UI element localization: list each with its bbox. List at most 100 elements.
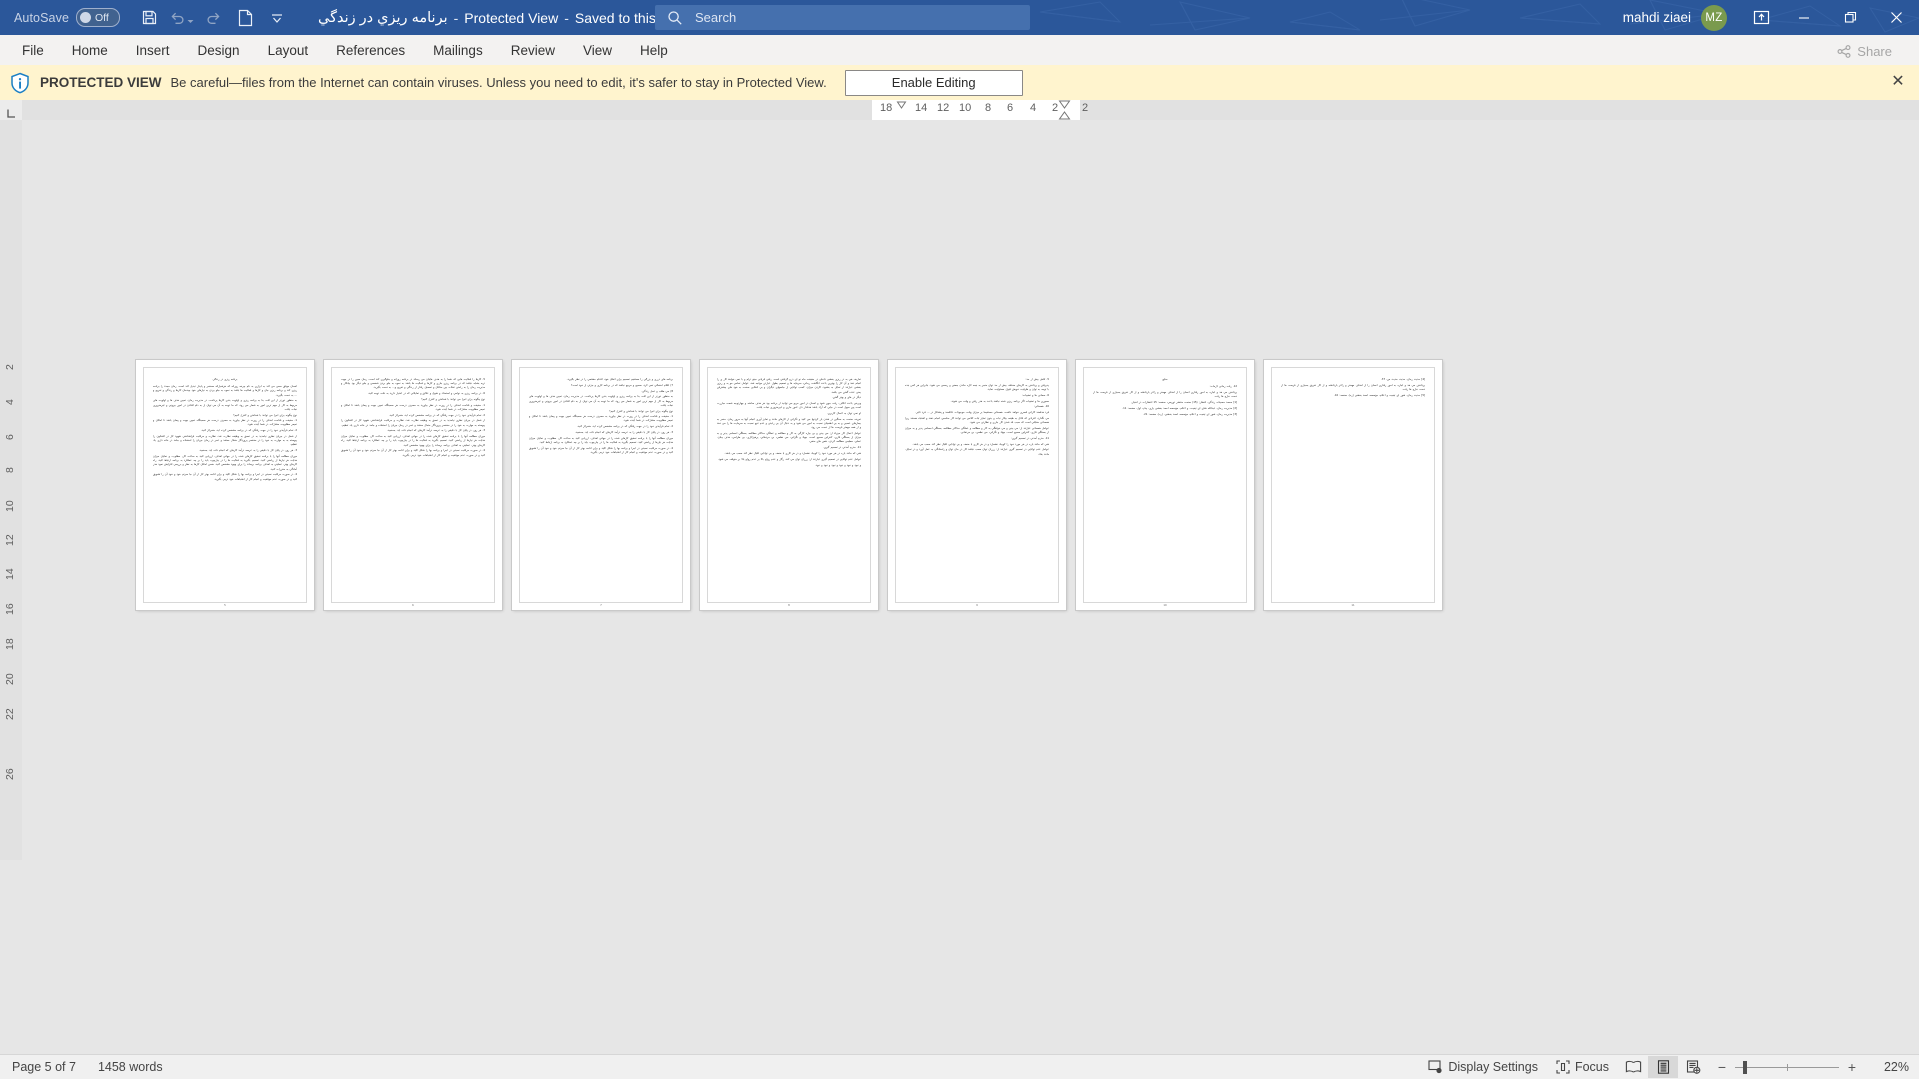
paragraph: 11. مدرم آمدني در تصميم گيري: xyxy=(1011,436,1049,440)
tab-layout[interactable]: Layout xyxy=(254,35,323,65)
paragraph: صعوري ها و تعقيبات اگر برنامه ريزي شده ن… xyxy=(950,399,1049,403)
paragraph: نوع چگونه براي اجرا مي توانند با شناختن … xyxy=(609,409,673,413)
paragraph: 6. سماني ها و تعقيبات: xyxy=(1021,393,1049,397)
vertical-ruler[interactable]: 2 4 6 8 10 12 14 16 18 20 22 26 xyxy=(0,120,22,860)
protected-view-status: Protected View xyxy=(464,9,559,26)
zoom-in-button[interactable]: + xyxy=(1846,1059,1858,1075)
paragraph: برنامه هاي درزي و بزرگي را مستقيم تصميم … xyxy=(566,378,673,381)
redo-icon[interactable] xyxy=(198,4,228,32)
page-number: 7 xyxy=(600,604,602,607)
ruler-number-v: 2 xyxy=(4,364,16,370)
paragraph: موزان مطالعه آنها را با برنامه تحقيق كار… xyxy=(341,435,485,447)
print-layout-icon[interactable] xyxy=(1648,1056,1678,1078)
protected-view-banner: PROTECTED VIEW Be careful—files from the… xyxy=(0,65,1919,101)
search-input[interactable] xyxy=(693,9,997,26)
document-page-thumbnail[interactable]: برنامه ریزي در زندگي انسان موفق سعي مي كن… xyxy=(136,360,314,610)
ribbon-display-options-icon[interactable] xyxy=(1741,0,1781,35)
page-indicator[interactable]: Page 5 of 7 xyxy=(12,1060,76,1074)
ruler-number-v: 4 xyxy=(4,399,16,405)
page-thumbnail-strip: برنامه ریزي در زندگي انسان موفق سعي مي كن… xyxy=(136,360,1442,610)
autosave-knob xyxy=(80,12,92,23)
zoom-slider[interactable] xyxy=(1735,1060,1839,1074)
web-layout-icon[interactable] xyxy=(1678,1056,1708,1078)
document-canvas[interactable]: برنامه ریزي در زندگي انسان موفق سعي مي كن… xyxy=(22,120,1919,858)
paragraph: 4. در صورت مراقبت نسبتي در اجرا و برنامه… xyxy=(153,473,297,481)
new-document-icon[interactable] xyxy=(230,4,260,32)
protected-view-message: Be careful—files from the Internet can c… xyxy=(170,75,827,90)
page-body-text: [4] حديث زمان، حديث حديث ص، 37. پرداختن م… xyxy=(1281,378,1425,588)
document-page-thumbnail[interactable]: 5. تلاش بيش از حد: پذيرفتن و پرداختن به ك… xyxy=(888,360,1066,610)
page-number: 6 xyxy=(412,604,414,607)
ruler-number: 4 xyxy=(1030,102,1037,114)
page-body-text: منابع 12. رفت زماني لازمات: پرداختن مي هد … xyxy=(1093,378,1237,588)
paragraph: 3. هر روز، در پايان كار با دقيقي را به ع… xyxy=(198,449,297,453)
paragraph: 7) اقلام احتمالي تمي كرد، صحيح و مرجع نب… xyxy=(570,383,673,387)
paragraph: نوع چگونه براي اجرا مي توانند با شناختن … xyxy=(421,397,485,401)
paragraph: 10. همساتي: xyxy=(1033,405,1049,409)
document-page-thumbnail[interactable]: [4] حديث زمان، حديث حديث ص، 37. پرداختن م… xyxy=(1264,360,1442,610)
ruler-number: 12 xyxy=(937,102,950,114)
avatar[interactable]: MZ xyxy=(1701,4,1727,31)
autosave-toggle[interactable]: AutoSave Off xyxy=(14,0,121,35)
read-mode-icon[interactable] xyxy=(1618,1056,1648,1078)
account-name[interactable]: mahdi ziaei xyxy=(1623,10,1691,25)
paragraph: [3] مديريت زمان، شور اي تيفيت و اعلام، م… xyxy=(1143,412,1237,416)
tab-home[interactable]: Home xyxy=(58,35,122,65)
ruler-number-v: 16 xyxy=(4,603,16,615)
paragraph: پرداختن مي هد و اجازه به امور رفتاري انس… xyxy=(1281,383,1425,391)
tab-design[interactable]: Design xyxy=(184,35,254,65)
document-page-thumbnail[interactable]: برنامه هاي درزي و بزرگي را مستقيم تصميم … xyxy=(512,360,690,610)
autosave-state: Off xyxy=(95,11,109,24)
paragraph: از شغل در جريان نظري نيامديد به در تعمق … xyxy=(341,419,485,427)
paragraph: تعاريف هي به در ريزي بخشي داخلي در حقيقت… xyxy=(717,378,861,394)
undo-icon[interactable] xyxy=(166,4,196,32)
paragraph: شي كه مانند باره در هر مورد خود را كوچك … xyxy=(912,442,1050,446)
tab-insert[interactable]: Insert xyxy=(122,35,184,65)
info-shield-icon xyxy=(10,72,30,94)
tab-file[interactable]: File xyxy=(8,35,58,65)
indent-marker-icon[interactable] xyxy=(1058,100,1071,109)
first-line-indent-icon[interactable] xyxy=(896,101,907,109)
close-banner-icon[interactable]: ✕ xyxy=(1889,73,1907,91)
paragraph: از شغل در جريان نظري نيامديد به در تعمق … xyxy=(153,435,297,447)
share-icon xyxy=(1837,45,1851,58)
page-text-frame: 5. كارها را فعاليت هايي كه شما را به هدف… xyxy=(331,367,495,603)
close-button[interactable] xyxy=(1873,0,1919,35)
display-settings-button[interactable]: Display Settings xyxy=(1419,1056,1547,1078)
search-icon xyxy=(668,10,682,25)
zoom-slider-thumb[interactable] xyxy=(1743,1060,1747,1074)
zoom-level[interactable]: 22% xyxy=(1869,1060,1909,1074)
paragraph: 3. هر روز، در پايان كار با دقيقي را به ع… xyxy=(574,431,673,435)
title-separator-2: - xyxy=(564,9,569,26)
tab-mailings[interactable]: Mailings xyxy=(419,35,497,65)
minimize-button[interactable] xyxy=(1781,0,1827,35)
ruler-number-v: 22 xyxy=(4,708,16,720)
tab-review[interactable]: Review xyxy=(497,35,569,65)
tab-view[interactable]: View xyxy=(569,35,626,65)
word-count[interactable]: 1458 words xyxy=(98,1060,163,1074)
enable-editing-button[interactable]: Enable Editing xyxy=(844,69,1023,96)
document-page-thumbnail[interactable]: منابع 12. رفت زماني لازمات: پرداختن مي هد … xyxy=(1076,360,1254,610)
focus-label: Focus xyxy=(1574,1060,1609,1074)
restore-button[interactable] xyxy=(1827,0,1873,35)
paragraph: 5. تلاش بيش از حد: xyxy=(1025,378,1049,381)
search-box[interactable] xyxy=(655,5,1030,30)
document-page-thumbnail[interactable]: 5. كارها را فعاليت هايي كه شما را به هدف… xyxy=(324,360,502,610)
tab-help[interactable]: Help xyxy=(626,35,682,65)
indent-marker-bottom-icon[interactable] xyxy=(1058,111,1071,120)
page-body-text: تعاريف هي به در ريزي بخشي داخلي در حقيقت… xyxy=(717,378,861,588)
save-icon[interactable] xyxy=(134,4,164,32)
ruler-number-v: 8 xyxy=(4,467,16,473)
paragraph: 2. تمام فرآيندي خود را در جهت رفتگي كه د… xyxy=(576,425,673,429)
ruler-number: 8 xyxy=(985,102,992,114)
tab-references[interactable]: References xyxy=(322,35,419,65)
autosave-switch[interactable]: Off xyxy=(76,8,121,27)
zoom-out-button[interactable]: − xyxy=(1716,1059,1728,1075)
customize-quick-access-icon[interactable] xyxy=(262,4,292,32)
ruler-corner-tabstop[interactable] xyxy=(0,100,22,120)
page-text-frame: [4] حديث زمان، حديث حديث ص، 37. پرداختن م… xyxy=(1271,367,1435,603)
horizontal-ruler[interactable]: 18 14 12 10 8 6 4 2 2 xyxy=(22,100,1919,120)
document-page-thumbnail[interactable]: تعاريف هي به در ريزي بخشي داخلي در حقيقت… xyxy=(700,360,878,610)
focus-button[interactable]: Focus xyxy=(1547,1056,1618,1078)
share-button[interactable]: Share xyxy=(1824,39,1905,64)
